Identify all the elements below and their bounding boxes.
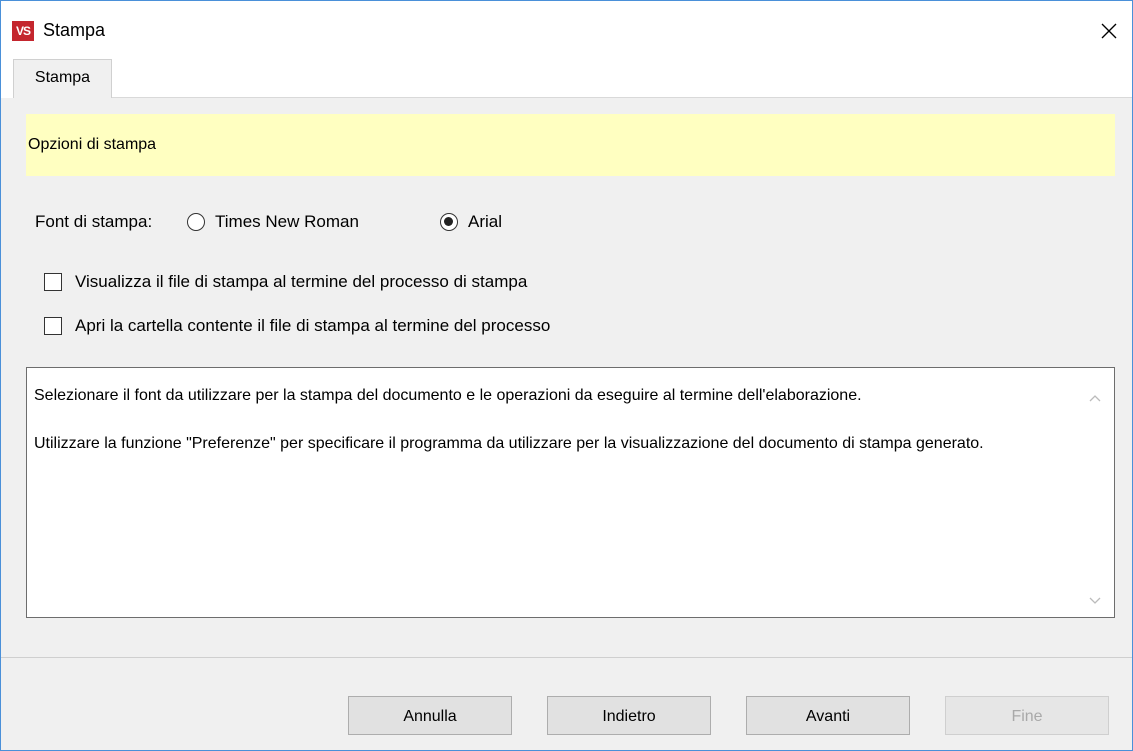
checkbox-open-folder[interactable] (44, 317, 62, 335)
description-text: Selezionare il font da utilizzare per la… (34, 384, 1074, 456)
scroll-down-arrow-icon[interactable] (1088, 593, 1102, 607)
radio-selected-dot (444, 217, 453, 226)
tab-strip: Stampa (1, 59, 1132, 98)
radio-arial[interactable] (440, 213, 458, 231)
close-icon (1101, 23, 1117, 39)
radio-arial-label[interactable]: Arial (468, 212, 502, 232)
close-button[interactable] (1086, 15, 1132, 47)
description-paragraph-2: Utilizzare la funzione "Preferenze" per … (34, 435, 984, 452)
scroll-up-arrow-icon[interactable] (1088, 390, 1102, 404)
window-title: Stampa (43, 20, 106, 40)
checkbox-show-print-file[interactable] (44, 273, 62, 291)
description-paragraph-1: Selezionare il font da utilizzare per la… (34, 387, 862, 404)
description-textbox[interactable]: Selezionare il font da utilizzare per la… (26, 367, 1115, 618)
footer-separator (1, 657, 1132, 658)
finish-button[interactable]: Fine (945, 696, 1109, 735)
print-dialog: VS Stampa Stampa Opzioni di stampa Font … (0, 0, 1133, 751)
back-button[interactable]: Indietro (547, 696, 711, 735)
section-header: Opzioni di stampa (26, 114, 1115, 176)
next-button[interactable]: Avanti (746, 696, 910, 735)
checkbox-open-folder-label[interactable]: Apri la cartella contente il file di sta… (75, 316, 550, 336)
title-bar: VS Stampa (1, 1, 1132, 59)
font-label: Font di stampa: (35, 212, 153, 231)
tab-divider (112, 97, 1132, 98)
tab-stampa[interactable]: Stampa (13, 59, 112, 98)
app-logo-icon: VS (12, 21, 34, 41)
cancel-button[interactable]: Annulla (348, 696, 512, 735)
radio-times-new-roman[interactable] (187, 213, 205, 231)
checkbox-show-print-file-label[interactable]: Visualizza il file di stampa al termine … (75, 272, 527, 292)
radio-times-new-roman-label[interactable]: Times New Roman (215, 212, 359, 232)
